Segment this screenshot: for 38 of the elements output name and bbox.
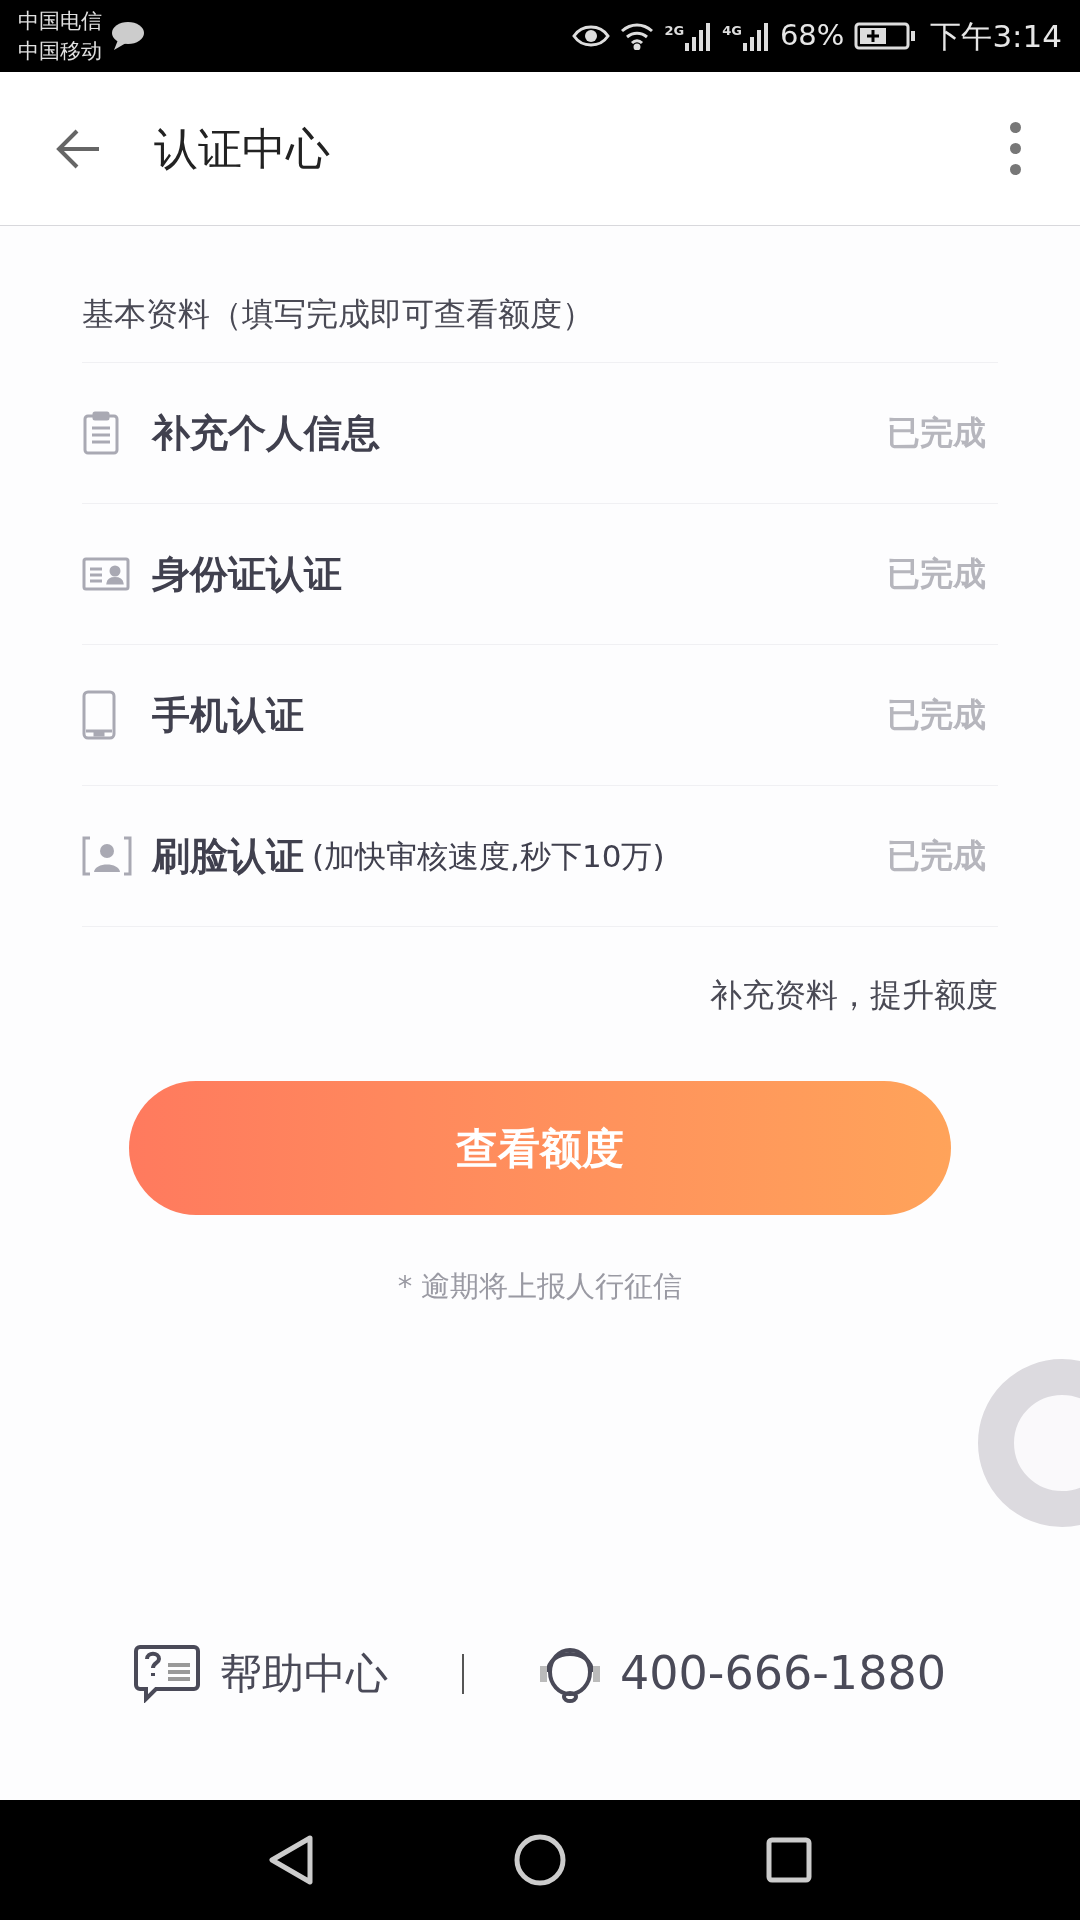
help-center-link[interactable]: 帮助中心 [134, 1642, 389, 1705]
clock: 下午3:14 [930, 16, 1062, 56]
network-type: 4G [722, 22, 742, 40]
status-label: 已完成 [887, 694, 986, 737]
face-icon [82, 836, 132, 876]
notice-text: * 逾期将上报人行征信 [397, 1268, 683, 1305]
signal-icon [741, 21, 770, 51]
verification-item[interactable]: 补充个人信息 已完成 [82, 363, 998, 504]
carrier-name: 中国电信 [18, 8, 102, 35]
battery-percent: 68% [779, 17, 845, 55]
hotline-link[interactable]: 400-666-1880 [538, 1639, 946, 1708]
wifi-icon [620, 22, 655, 50]
help-chat-icon [134, 1644, 201, 1703]
status-label: 已完成 [887, 553, 986, 596]
page-title: 认证中心 [154, 121, 330, 176]
phone-icon [82, 690, 116, 740]
message-icon [110, 20, 146, 52]
verification-item[interactable]: 刷脸认证 (加快审核速度,秒下10万) 已完成 [82, 786, 998, 927]
id-card-icon [82, 557, 130, 591]
item-title: 刷脸认证 [152, 832, 304, 880]
item-title: 手机认证 [152, 691, 304, 739]
battery-charging-icon [854, 22, 917, 50]
signal-icon [684, 21, 713, 51]
item-title: 补充个人信息 [152, 409, 380, 457]
verification-item[interactable]: 身份证认证 已完成 [82, 504, 998, 645]
nav-home-button[interactable] [514, 1834, 566, 1886]
nav-recents-button[interactable] [766, 1837, 812, 1883]
carrier-name: 中国移动 [18, 38, 102, 65]
verification-item[interactable]: 手机认证 已完成 [82, 645, 998, 786]
clipboard-icon [82, 411, 120, 455]
status-label: 已完成 [887, 835, 986, 878]
network-type: 2G [664, 22, 685, 40]
item-title: 身份证认证 [152, 550, 342, 598]
item-note: (加快审核速度,秒下10万) [312, 836, 665, 876]
nav-back-button[interactable] [268, 1834, 314, 1886]
boost-limit-link[interactable]: 补充资料，提升额度 [710, 971, 998, 1019]
section-title: 基本资料（填写完成即可查看额度） [82, 294, 595, 335]
status-label: 已完成 [887, 412, 986, 455]
